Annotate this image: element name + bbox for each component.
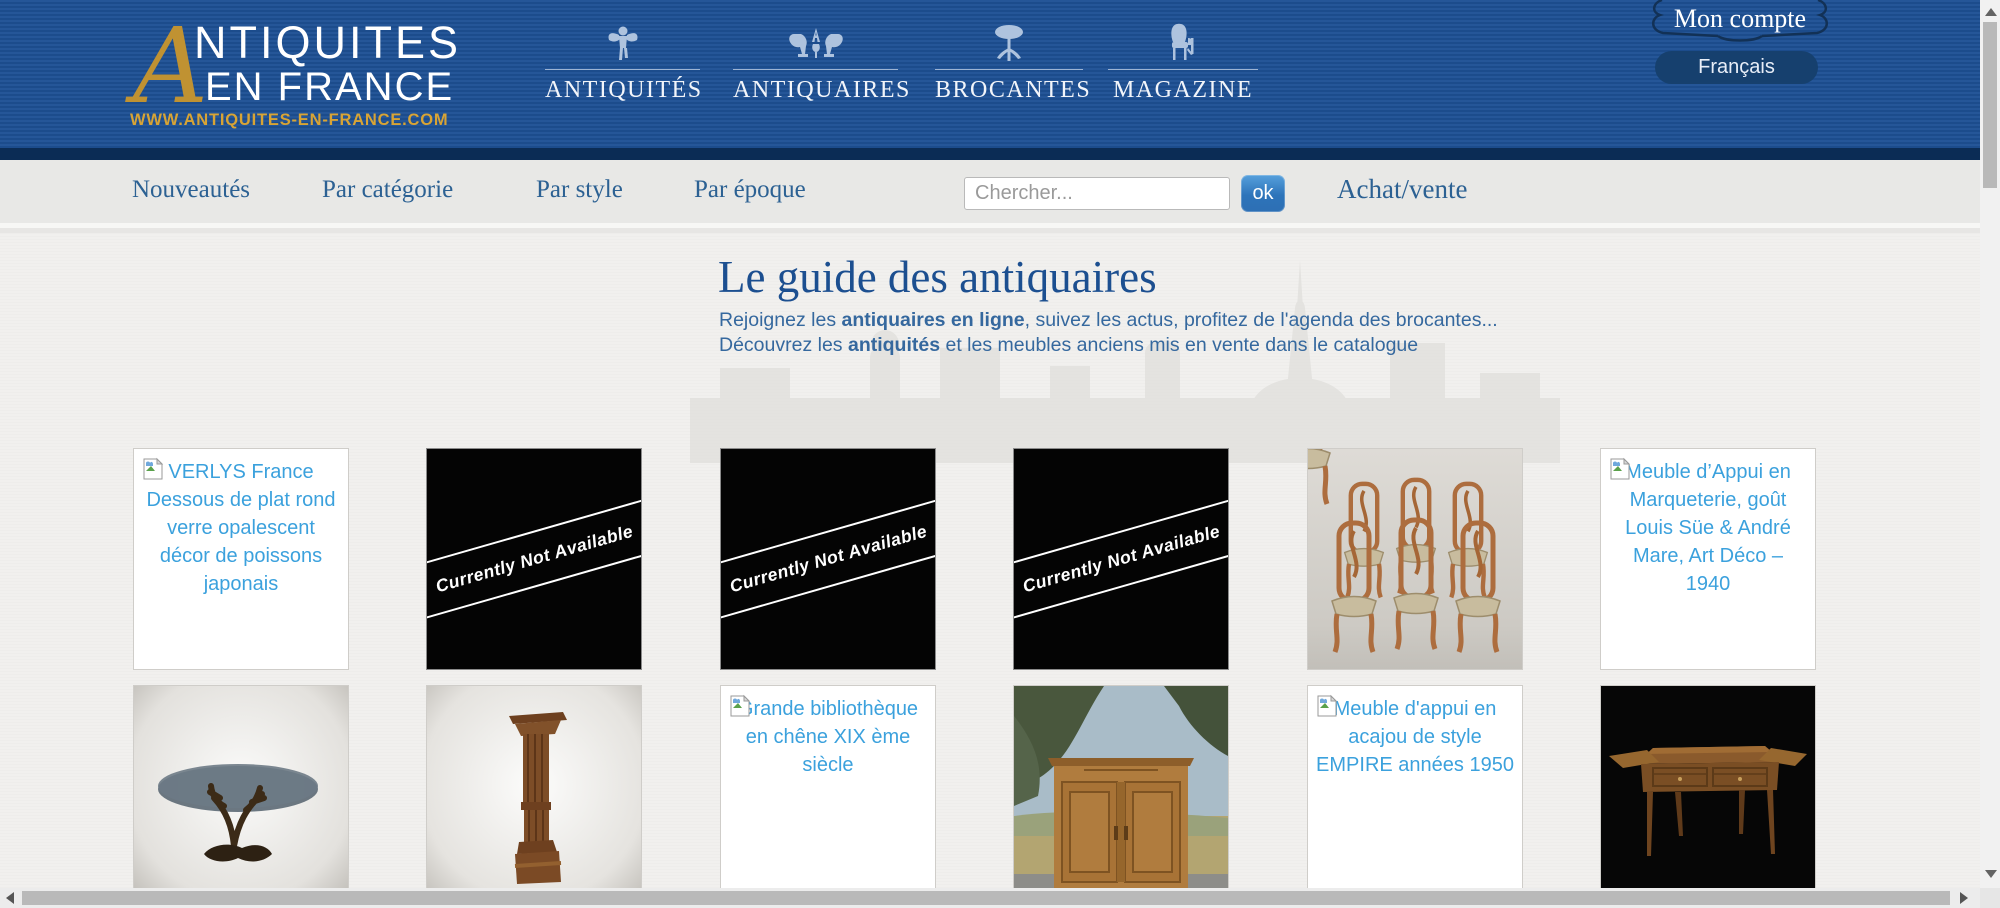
armchair-icon (1108, 20, 1258, 64)
product-tile-chairs-photo[interactable] (1307, 448, 1523, 670)
unavailable-banner: Currently Not Available (426, 488, 642, 629)
unavailable-banner: Currently Not Available (1013, 488, 1229, 629)
product-tile-missing-image[interactable]: Meuble d’Appui en Marqueterie, goût Loui… (1600, 448, 1816, 670)
pedestal-table-icon (935, 20, 1083, 64)
horizontal-scrollbar[interactable] (0, 888, 1980, 908)
scroll-up-arrow-icon[interactable] (1985, 8, 1997, 16)
search-input[interactable] (964, 177, 1230, 210)
nav-divider (935, 69, 1083, 70)
image-alt-text: Grande bibliothèque en chêne XIX ème siè… (729, 693, 927, 779)
subnav-par-style[interactable]: Par style (536, 176, 623, 204)
secondary-nav: Nouveautés Par catégorie Par style Par é… (0, 160, 1980, 228)
main-content: Le guide des antiquaires Rejoignez les a… (0, 233, 1980, 888)
vertical-scrollbar-thumb[interactable] (1983, 22, 1997, 188)
scrollbar-corner (1980, 888, 2000, 908)
product-tile-armoire-photo[interactable] (1013, 685, 1229, 907)
product-tile-unavailable[interactable]: Currently Not Available (720, 448, 936, 670)
site-logo[interactable]: A NTIQUITES EN FRANCE WWW.ANTIQUITES-EN-… (110, 0, 470, 148)
unavailable-banner: Currently Not Available (720, 488, 936, 629)
subnav-achat-vente[interactable]: Achat/vente (1337, 174, 1467, 205)
product-tile-missing-image[interactable]: VERLYS France Dessous de plat rond verre… (133, 448, 349, 670)
nav-divider (545, 69, 700, 70)
scroll-left-arrow-icon[interactable] (6, 892, 14, 904)
nav-divider (1108, 69, 1258, 70)
image-alt-text: Meuble d'appui en acajou de style EMPIRE… (1316, 693, 1514, 779)
scroll-right-arrow-icon[interactable] (1960, 892, 1968, 904)
account-button[interactable]: Mon compte (1648, 0, 1832, 46)
main-header: A NTIQUITES EN FRANCE WWW.ANTIQUITES-EN-… (0, 0, 1980, 148)
nav-item-antiquites[interactable]: ANTIQUITÉS (545, 20, 700, 104)
nav-label-antiquites: ANTIQUITÉS (545, 77, 700, 104)
nav-item-antiquaires[interactable]: ANTIQUAIRES (733, 20, 898, 104)
image-alt-text: VERLYS France Dessous de plat rond verre… (142, 456, 340, 598)
subnav-nouveautes[interactable]: Nouveautés (132, 176, 250, 204)
page-title: Le guide des antiquaires (718, 251, 1157, 303)
subnav-par-epoque[interactable]: Par époque (694, 176, 806, 204)
intro-line-1: Rejoignez les antiquaires en ligne, suiv… (719, 309, 1498, 332)
subnav-par-categorie[interactable]: Par catégorie (322, 176, 453, 204)
logo-url: WWW.ANTIQUITES-EN-FRANCE.COM (130, 111, 448, 130)
furniture-pair-icon (733, 20, 898, 64)
nav-label-magazine: MAGAZINE (1108, 77, 1258, 104)
logo-line1: NTIQUITES (194, 20, 461, 65)
product-tile-missing-image[interactable]: Grande bibliothèque en chêne XIX ème siè… (720, 685, 936, 907)
product-tile-missing-image[interactable]: Meuble d'appui en acajou de style EMPIRE… (1307, 685, 1523, 907)
product-tile-glass-table-photo[interactable] (133, 685, 349, 907)
page: A NTIQUITES EN FRANCE WWW.ANTIQUITES-EN-… (0, 0, 2000, 908)
horizontal-scrollbar-thumb[interactable] (22, 891, 1950, 905)
nav-divider (733, 69, 898, 70)
intro-line-2: Découvrez les antiquités et les meubles … (719, 334, 1418, 357)
broken-image-icon (728, 694, 752, 718)
broken-image-icon (1315, 694, 1339, 718)
search-ok-button[interactable]: ok (1241, 175, 1285, 212)
nav-item-magazine[interactable]: MAGAZINE (1108, 20, 1258, 104)
product-tile-unavailable[interactable]: Currently Not Available (426, 448, 642, 670)
language-button[interactable]: Français (1655, 51, 1818, 84)
nav-item-brocantes[interactable]: BROCANTES (935, 20, 1083, 104)
header-bottom-strip (0, 148, 1980, 160)
image-alt-text: Meuble d’Appui en Marqueterie, goût Loui… (1609, 456, 1807, 598)
nav-label-antiquaires: ANTIQUAIRES (733, 77, 898, 104)
account-label: Mon compte (1648, 4, 1832, 34)
cherub-icon (545, 20, 700, 64)
nav-label-brocantes: BROCANTES (935, 77, 1083, 104)
broken-image-icon (1608, 457, 1632, 481)
product-tile-unavailable[interactable]: Currently Not Available (1013, 448, 1229, 670)
logo-line2: EN FRANCE (205, 67, 454, 107)
product-tile-pedestal-photo[interactable] (426, 685, 642, 907)
product-tile-desk-photo[interactable] (1600, 685, 1816, 907)
vertical-scrollbar[interactable] (1980, 0, 2000, 888)
broken-image-icon (141, 457, 165, 481)
scroll-down-arrow-icon[interactable] (1985, 870, 1997, 878)
